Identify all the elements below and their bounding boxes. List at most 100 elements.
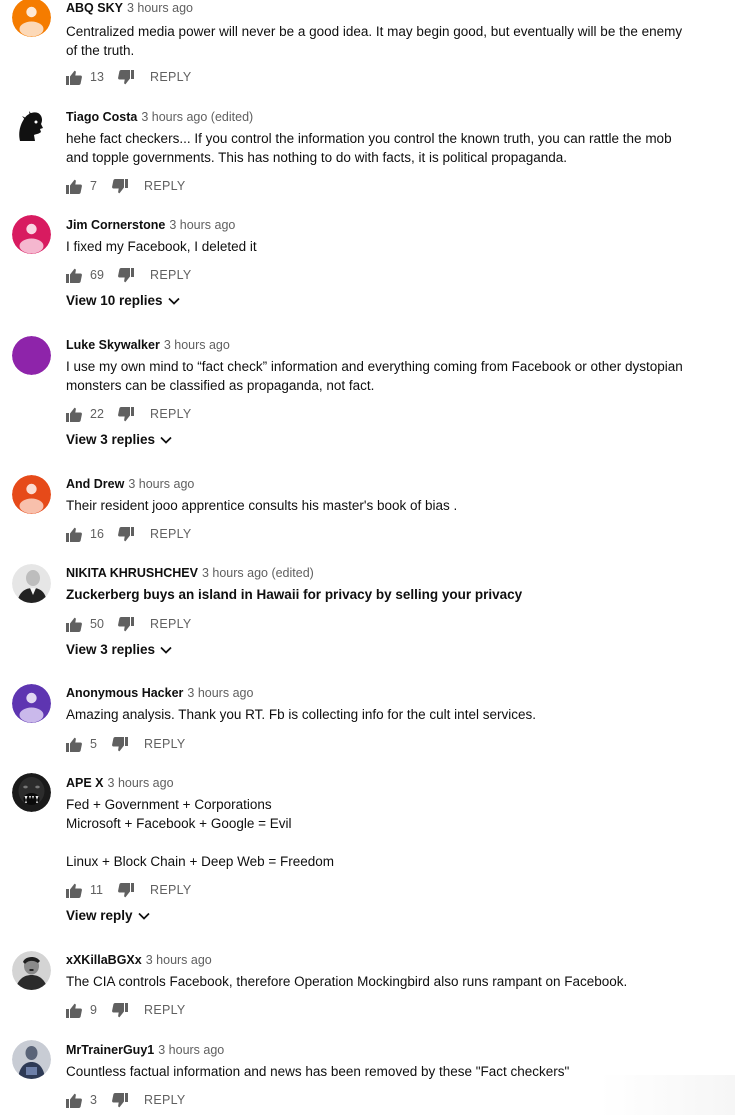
thumbs-up-icon <box>66 407 82 422</box>
avatar[interactable] <box>12 475 51 514</box>
thumbs-up-icon <box>66 737 82 752</box>
like-button[interactable] <box>66 883 82 898</box>
comment-timestamp[interactable]: 3 hours ago <box>127 1 193 15</box>
comment-actions: 22 REPLY <box>66 405 192 423</box>
view-replies-button[interactable]: View 3 replies <box>66 642 172 657</box>
comment-author[interactable]: Luke Skywalker <box>66 338 160 352</box>
chevron-down-icon <box>160 646 172 654</box>
portrait-photo-icon <box>12 951 51 990</box>
comment-author[interactable]: Jim Cornerstone <box>66 218 165 232</box>
avatar[interactable] <box>12 773 51 812</box>
thumbs-up-icon <box>66 1093 82 1108</box>
comment-timestamp[interactable]: 3 hours ago <box>158 1043 224 1057</box>
comment-timestamp[interactable]: 3 hours ago <box>146 953 212 967</box>
avatar[interactable] <box>12 107 51 146</box>
thumbs-up-icon <box>66 883 82 898</box>
like-count: 9 <box>90 1003 97 1017</box>
thumbs-up-icon <box>66 527 82 542</box>
comment-text: Their resident jooo apprentice consults … <box>66 498 458 513</box>
comment-text: I use my own mind to “fact check” inform… <box>66 359 683 393</box>
chevron-down-icon <box>137 912 150 920</box>
reply-button[interactable]: REPLY <box>144 1003 186 1017</box>
avatar[interactable] <box>12 564 51 603</box>
comment-actions: 69 REPLY <box>66 266 192 284</box>
dislike-button[interactable] <box>112 1002 128 1018</box>
dislike-button[interactable] <box>118 69 134 85</box>
comment-timestamp[interactable]: 3 hours ago (edited) <box>141 110 253 124</box>
reply-button[interactable]: REPLY <box>144 179 186 193</box>
chevron-down-icon <box>160 436 172 444</box>
avatar[interactable] <box>12 1040 51 1079</box>
like-button[interactable] <box>66 1003 82 1018</box>
comment-text: Amazing analysis. Thank you RT. Fb is co… <box>66 707 536 722</box>
comment-author[interactable]: NIKITA KHRUSHCHEV <box>66 566 198 580</box>
default-person-icon <box>12 684 51 723</box>
dislike-button[interactable] <box>112 178 128 194</box>
comment-actions: 16 REPLY <box>66 525 192 543</box>
reply-button[interactable]: REPLY <box>150 527 192 541</box>
avatar[interactable] <box>12 215 51 254</box>
comment-author[interactable]: ABQ SKY <box>66 1 123 15</box>
view-replies-label: View 3 replies <box>66 432 156 447</box>
like-button[interactable] <box>66 617 82 632</box>
comment-author[interactable]: xXKillaBGXx <box>66 953 142 967</box>
dislike-button[interactable] <box>118 526 134 542</box>
plain-circle-icon <box>12 336 51 375</box>
like-button[interactable] <box>66 1093 82 1108</box>
comment-text: I fixed my Facebook, I deleted it <box>66 239 257 254</box>
reply-button[interactable]: REPLY <box>150 617 192 631</box>
thumbs-up-icon <box>66 617 82 632</box>
dislike-button[interactable] <box>118 882 134 898</box>
view-replies-button[interactable]: View 10 replies <box>66 293 180 308</box>
thumbs-up-icon <box>66 70 82 85</box>
dislike-button[interactable] <box>112 736 128 752</box>
like-button[interactable] <box>66 179 82 194</box>
like-count: 13 <box>90 70 104 84</box>
like-button[interactable] <box>66 407 82 422</box>
view-replies-button[interactable]: View reply <box>66 908 150 923</box>
like-count: 5 <box>90 737 97 751</box>
dislike-button[interactable] <box>118 267 134 283</box>
portrait-photo-icon <box>12 564 51 603</box>
avatar[interactable] <box>12 336 51 375</box>
avatar[interactable] <box>12 0 51 37</box>
like-button[interactable] <box>66 70 82 85</box>
thumbs-down-icon <box>118 406 134 421</box>
comment-author[interactable]: Tiago Costa <box>66 110 137 124</box>
comment-timestamp[interactable]: 3 hours ago (edited) <box>202 566 314 580</box>
comment-actions: 3 REPLY <box>66 1091 186 1109</box>
avatar[interactable] <box>12 951 51 990</box>
view-replies-button[interactable]: View 3 replies <box>66 432 172 447</box>
reply-button[interactable]: REPLY <box>150 70 192 84</box>
comment-actions: 5 REPLY <box>66 735 186 753</box>
dislike-button[interactable] <box>118 406 134 422</box>
reply-button[interactable]: REPLY <box>150 268 192 282</box>
like-button[interactable] <box>66 737 82 752</box>
comment-actions: 7 REPLY <box>66 177 186 195</box>
comment-timestamp[interactable]: 3 hours ago <box>128 477 194 491</box>
comment-timestamp[interactable]: 3 hours ago <box>169 218 235 232</box>
comment-author[interactable]: APE X <box>66 776 104 790</box>
comment-timestamp[interactable]: 3 hours ago <box>164 338 230 352</box>
scroll-fade <box>600 1075 735 1115</box>
comment-author[interactable]: MrTrainerGuy1 <box>66 1043 154 1057</box>
comment-timestamp[interactable]: 3 hours ago <box>187 686 253 700</box>
dislike-button[interactable] <box>112 1092 128 1108</box>
comment-timestamp[interactable]: 3 hours ago <box>108 776 174 790</box>
comment-author[interactable]: Anonymous Hacker <box>66 686 183 700</box>
like-count: 11 <box>90 883 103 897</box>
thumbs-up-icon <box>66 1003 82 1018</box>
like-count: 7 <box>90 179 97 193</box>
reply-button[interactable]: REPLY <box>150 883 192 897</box>
like-button[interactable] <box>66 527 82 542</box>
reply-button[interactable]: REPLY <box>150 407 192 421</box>
dislike-button[interactable] <box>118 616 134 632</box>
chevron-down-icon <box>167 297 180 305</box>
comment-author[interactable]: And Drew <box>66 477 124 491</box>
reply-button[interactable]: REPLY <box>144 737 186 751</box>
reply-button[interactable]: REPLY <box>144 1093 186 1107</box>
like-button[interactable] <box>66 268 82 283</box>
gorilla-photo-icon <box>12 773 51 812</box>
comment-actions: 9 REPLY <box>66 1001 186 1019</box>
avatar[interactable] <box>12 684 51 723</box>
